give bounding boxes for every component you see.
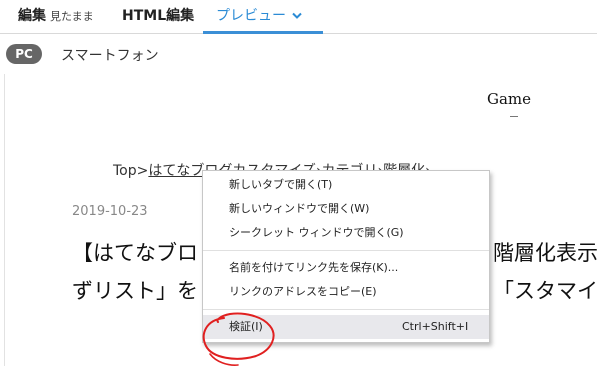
tab-wysiwyg[interactable]: 編集 見たまま: [18, 0, 94, 33]
menu-divider: [203, 250, 489, 251]
device-pc-button[interactable]: PC: [6, 44, 42, 64]
breadcrumb-top[interactable]: Top: [113, 163, 137, 179]
device-toggle: PC スマートフォン: [0, 40, 597, 68]
menu-inspect[interactable]: 検証(I) Ctrl+Shift+I: [203, 315, 489, 339]
menu-item-shortcut: Ctrl+Shift+I: [402, 320, 469, 333]
menu-open-new-tab[interactable]: 新しいタブで開く(T): [203, 173, 489, 197]
post-title-line1-tail: 階層化表示: [493, 241, 597, 265]
menu-item-label: 新しいタブで開く(T): [229, 178, 333, 191]
menu-open-new-window[interactable]: 新しいウィンドウで開く(W): [203, 197, 489, 221]
menu-item-label: シークレット ウィンドウで開く(G): [229, 226, 404, 239]
tab-preview[interactable]: プレビュー: [203, 0, 323, 34]
menu-item-label: 名前を付けてリンク先を保存(K)...: [229, 261, 399, 274]
menu-divider: [203, 309, 489, 310]
chevron-down-icon[interactable]: [292, 0, 302, 33]
post-title-line2-tail: 「スタマイズ: [493, 279, 597, 303]
menu-item-label: リンクのアドレスをコピー(E): [229, 285, 377, 298]
menu-item-label: 新しいウィンドウで開く(W): [229, 202, 370, 215]
menu-item-label: 検証(I): [229, 320, 263, 333]
device-smartphone-button[interactable]: スマートフォン: [61, 45, 159, 65]
title-divider: [510, 116, 518, 117]
tab-wysiwyg-sublabel: 見たまま: [50, 10, 94, 23]
tab-preview-label: プレビュー: [216, 8, 286, 24]
post-date: 2019-10-23: [72, 204, 148, 219]
post-title-line1: 【はてなブロ: [72, 241, 198, 265]
post-title-line2: ずリスト」を: [72, 279, 198, 303]
blog-title[interactable]: Game: [487, 90, 531, 108]
context-menu: 新しいタブで開く(T) 新しいウィンドウで開く(W) シークレット ウィンドウで…: [202, 170, 490, 343]
menu-copy-link-address[interactable]: リンクのアドレスをコピー(E): [203, 280, 489, 304]
tab-html-edit[interactable]: HTML編集: [122, 0, 194, 33]
breadcrumb-separator: >: [136, 163, 149, 179]
active-tab-indicator: [203, 31, 323, 34]
tab-wysiwyg-label: 編集: [18, 8, 46, 24]
menu-open-incognito[interactable]: シークレット ウィンドウで開く(G): [203, 221, 489, 245]
menu-save-link-as[interactable]: 名前を付けてリンク先を保存(K)...: [203, 256, 489, 280]
editor-tab-bar: 編集 見たまま HTML編集 プレビュー: [0, 0, 597, 34]
